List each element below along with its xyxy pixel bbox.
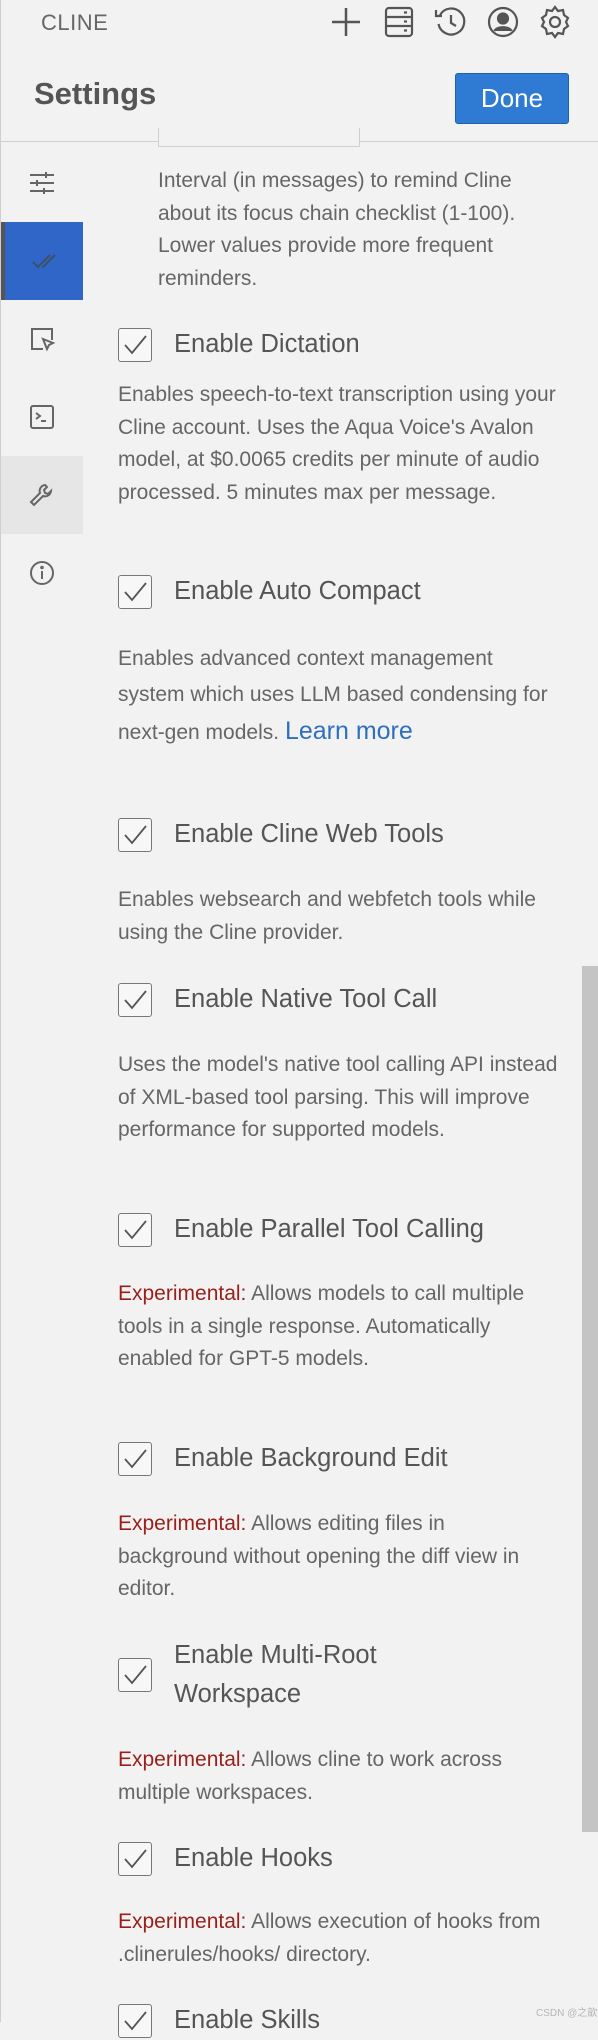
terminal-icon: [30, 405, 54, 429]
setting-parallel-tool-calling: Enable Parallel Tool Calling: [118, 1210, 554, 1249]
web-tools-description: Enables websearch and webfetch tools whi…: [118, 888, 536, 944]
gear-icon[interactable]: [537, 4, 573, 40]
setting-skills: Enable Skills: [118, 2001, 554, 2040]
multi-root-description: Experimental: Allows cline to work acros…: [118, 1744, 558, 1809]
multi-root-checkbox[interactable]: [118, 1658, 152, 1692]
setting-background-edit: Enable Background Edit: [118, 1439, 554, 1478]
experimental-label: Experimental:: [118, 1748, 247, 1771]
checkmark-icon: [124, 581, 147, 601]
native-tool-call-checkbox[interactable]: [118, 982, 152, 1017]
hooks-checkbox[interactable]: [118, 1841, 152, 1876]
setting-hooks: Enable Hooks: [118, 1839, 554, 1878]
setting-auto-compact: Enable Auto Compact: [118, 572, 554, 611]
setting-dictation: Enable Dictation: [118, 325, 554, 364]
hooks-description: Experimental: Allows execution of hooks …: [118, 1906, 558, 1971]
sidebar-item-general[interactable]: [1, 456, 83, 534]
checkmark-icon: [124, 989, 147, 1009]
sidebar-item-about[interactable]: [1, 534, 83, 612]
watermark: CSDN @之歆: [536, 2008, 598, 2019]
info-icon: [30, 561, 54, 585]
checkmark-icon: [124, 824, 147, 844]
browser-cursor-icon: [31, 328, 56, 352]
scrollbar-thumb[interactable]: [582, 966, 598, 1832]
checkmark-icon: [124, 1665, 147, 1685]
auto-compact-checkbox[interactable]: [118, 574, 152, 609]
focus-chain-interval-input[interactable]: [158, 128, 360, 147]
setting-multi-root: Enable Multi-Root Workspace: [118, 1636, 404, 1714]
setting-native-tool-call: Enable Native Tool Call: [118, 980, 554, 1019]
parallel-tool-calling-label: Enable Parallel Tool Calling: [174, 1215, 484, 1243]
checkmark-icon: [124, 1219, 147, 1239]
wrench-icon: [29, 483, 53, 507]
hooks-label: Enable Hooks: [174, 1844, 333, 1872]
web-tools-label: Enable Cline Web Tools: [174, 820, 444, 848]
experimental-label: Experimental:: [118, 1282, 247, 1305]
app-name: CLINE: [41, 10, 109, 35]
checkmark-icon: [124, 334, 147, 354]
checkmark-icon: [124, 1448, 147, 1468]
experimental-label: Experimental:: [118, 1910, 247, 1933]
checkmark-icon: [124, 1848, 147, 1868]
sidebar-item-browser[interactable]: [1, 300, 83, 378]
skills-checkbox[interactable]: [118, 2003, 152, 2038]
history-icon[interactable]: [433, 4, 469, 40]
auto-compact-description: Enables advanced context management syst…: [118, 641, 558, 751]
server-icon[interactable]: [381, 4, 417, 40]
auto-compact-label: Enable Auto Compact: [174, 577, 421, 605]
multi-root-label: Enable Multi-Root Workspace: [174, 1641, 377, 1708]
background-edit-checkbox[interactable]: [118, 1441, 152, 1476]
checks-icon: [32, 254, 56, 269]
focus-chain-description: Interval (in messages) to remind Cline a…: [158, 169, 516, 290]
done-button[interactable]: Done: [455, 73, 569, 124]
dictation-description: Enables speech-to-text transcription usi…: [118, 383, 556, 504]
native-tool-call-description: Uses the model's native tool calling API…: [118, 1053, 558, 1141]
dictation-checkbox[interactable]: [118, 327, 152, 362]
skills-label: Enable Skills: [174, 2006, 320, 2034]
plus-icon[interactable]: [328, 4, 364, 40]
web-tools-checkbox[interactable]: [118, 817, 152, 852]
setting-web-tools: Enable Cline Web Tools: [118, 815, 554, 854]
native-tool-call-label: Enable Native Tool Call: [174, 985, 438, 1013]
learn-more-link[interactable]: Learn more: [285, 717, 413, 745]
background-edit-description: Experimental: Allows editing files in ba…: [118, 1508, 558, 1606]
sidebar-item-terminal[interactable]: [1, 378, 83, 456]
sliders-icon: [30, 172, 54, 194]
sidebar-item-features[interactable]: [1, 222, 83, 300]
dictation-label: Enable Dictation: [174, 330, 360, 358]
parallel-tool-calling-description: Experimental: Allows models to call mult…: [118, 1278, 558, 1376]
background-edit-label: Enable Background Edit: [174, 1444, 448, 1472]
page-title: Settings: [34, 76, 157, 111]
account-icon[interactable]: [485, 4, 521, 40]
sidebar-item-api-configuration[interactable]: [1, 144, 83, 222]
checkmark-icon: [124, 2010, 147, 2030]
experimental-label: Experimental:: [118, 1512, 247, 1535]
parallel-tool-calling-checkbox[interactable]: [118, 1212, 152, 1247]
